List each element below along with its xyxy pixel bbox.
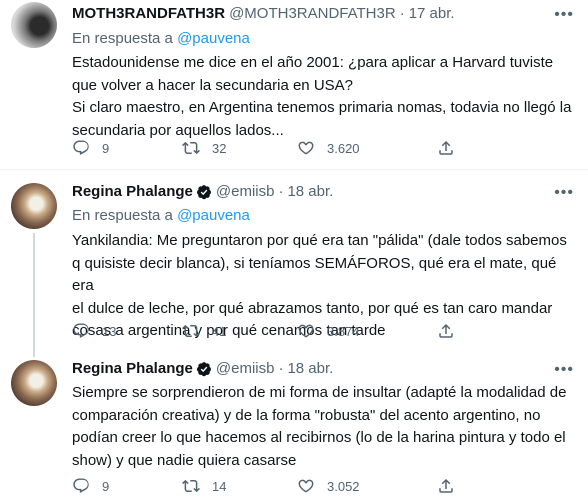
tweet[interactable]: MOTH3RANDFATH3R @MOTH3RANDFATH3R · 17 ab… [0,0,588,168]
retweet-button[interactable]: 14 [182,476,297,496]
like-count: 3.620 [327,140,360,156]
tweet-text: Siempre se sorprendieron de mi forma de … [72,384,567,469]
share-icon [437,477,455,495]
more-icon[interactable]: ••• [554,361,574,379]
like-icon [297,322,315,340]
display-name[interactable]: Regina Phalange [72,359,193,379]
share-icon [437,322,455,340]
retweet-button[interactable]: 32 [182,138,297,158]
tweet-content: MOTH3RANDFATH3R @MOTH3RANDFATH3R · 17 ab… [72,4,574,142]
more-icon[interactable]: ••• [554,184,574,202]
reply-button[interactable]: 9 [72,476,182,496]
thread-connector [33,233,35,347]
reply-icon [72,477,90,495]
tweet-date[interactable]: 18 abr. [287,359,333,379]
tweet-actions: 9 14 3.052 [72,476,502,496]
like-button[interactable]: 3.052 [297,476,437,496]
retweet-count: 32 [212,140,227,156]
share-icon [437,139,455,157]
avatar[interactable] [11,360,57,406]
like-button[interactable]: 3.620 [297,138,437,158]
tweet-text: Estadounidense me dice en el año 2001: ¿… [72,54,572,139]
reply-button[interactable]: 9 [72,138,182,158]
user-handle[interactable]: @emiisb [216,359,275,379]
like-count: 3.874 [327,323,360,339]
reply-count: 9 [102,140,110,156]
share-button[interactable] [437,476,477,496]
share-button[interactable] [437,321,477,341]
tweet-actions: 9 32 3.620 [72,138,502,158]
thread-connector [33,347,35,357]
like-icon [297,139,315,157]
like-button[interactable]: 3.874 [297,321,437,341]
tweet[interactable]: Regina Phalange @emiisb · 18 abr. ••• Si… [0,347,588,501]
separator-dot: · [278,183,284,200]
tweet-content: Regina Phalange @emiisb · 18 abr. ••• En… [72,182,574,343]
avatar[interactable] [11,2,57,48]
tweet-actions: 13 41 3.874 [72,321,502,341]
more-icon[interactable]: ••• [554,6,574,24]
reply-count: 13 [102,323,117,339]
user-handle[interactable]: @emiisb [216,182,275,202]
reply-context: En respuesta a @pauvena [72,29,574,49]
reply-icon [72,139,90,157]
reply-prefix: En respuesta a [72,30,178,47]
separator-dot: · [399,5,405,22]
retweet-icon [182,477,200,495]
tweet-header: Regina Phalange @emiisb · 18 abr. [72,182,574,202]
like-count: 3.052 [327,478,360,494]
verified-badge-icon [196,184,212,200]
like-icon [297,477,315,495]
tweet-feed: MOTH3RANDFATH3R @MOTH3RANDFATH3R · 17 ab… [0,0,588,501]
retweet-button[interactable]: 41 [182,321,297,341]
reply-context: En respuesta a @pauvena [72,206,574,226]
display-name[interactable]: MOTH3RANDFATH3R [72,4,225,24]
share-button[interactable] [437,138,477,158]
display-name[interactable]: Regina Phalange [72,182,193,202]
reply-mention-link[interactable]: @pauvena [177,207,250,224]
tweet-date[interactable]: 18 abr. [287,182,333,202]
reply-icon [72,322,90,340]
reply-prefix: En respuesta a [72,207,178,224]
reply-count: 9 [102,478,110,494]
retweet-icon [182,322,200,340]
retweet-count: 41 [212,323,227,339]
tweet[interactable]: Regina Phalange @emiisb · 18 abr. ••• En… [0,169,588,347]
avatar[interactable] [11,183,57,229]
tweet-header: MOTH3RANDFATH3R @MOTH3RANDFATH3R · 17 ab… [72,4,574,24]
tweet-header: Regina Phalange @emiisb · 18 abr. [72,359,574,379]
tweet-content: Regina Phalange @emiisb · 18 abr. ••• Si… [72,359,574,472]
reply-button[interactable]: 13 [72,321,182,341]
tweet-date[interactable]: 17 abr. [409,4,455,24]
user-handle[interactable]: @MOTH3RANDFATH3R [229,4,396,24]
reply-mention-link[interactable]: @pauvena [177,30,250,47]
verified-badge-icon [196,361,212,377]
separator-dot: · [278,360,284,377]
retweet-count: 14 [212,478,227,494]
retweet-icon [182,139,200,157]
